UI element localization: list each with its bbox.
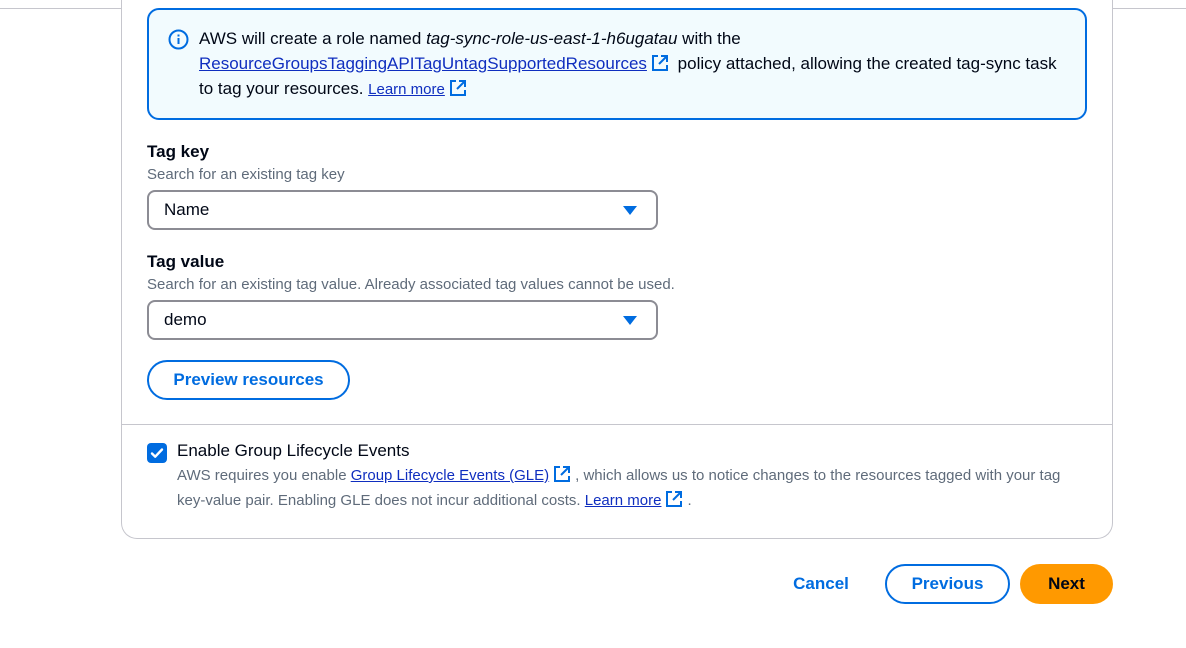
alert-text-prefix: AWS will create a role named	[199, 29, 427, 48]
role-name: tag-sync-role-us-east-1-h6ugatau	[426, 29, 678, 48]
external-link-icon[interactable]	[553, 465, 571, 483]
cancel-button[interactable]: Cancel	[780, 564, 862, 604]
external-link-icon[interactable]	[651, 54, 669, 72]
enable-gle-checkbox[interactable]	[147, 443, 167, 463]
info-icon	[168, 29, 189, 50]
tag-value-description: Search for an existing tag value. Alread…	[147, 276, 675, 293]
section-divider	[122, 424, 1112, 425]
previous-button[interactable]: Previous	[885, 564, 1010, 604]
gle-desc-prefix: AWS requires you enable	[177, 467, 351, 484]
next-button[interactable]: Next	[1020, 564, 1113, 604]
preview-resources-button[interactable]: Preview resources	[147, 360, 350, 400]
info-alert: AWS will create a role named tag-sync-ro…	[147, 8, 1087, 120]
external-link-icon[interactable]	[449, 79, 467, 97]
caret-down-icon	[623, 206, 637, 215]
checkmark-icon	[150, 448, 164, 458]
tag-key-value: Name	[164, 200, 210, 219]
gle-description: AWS requires you enable Group Lifecycle …	[177, 463, 1087, 513]
caret-down-icon	[623, 316, 637, 325]
external-link-icon[interactable]	[665, 490, 683, 508]
policy-link[interactable]: ResourceGroupsTaggingAPITagUntagSupporte…	[199, 54, 647, 73]
tag-key-label: Tag key	[147, 142, 210, 161]
alert-text-mid: with the	[677, 29, 741, 48]
gle-link[interactable]: Group Lifecycle Events (GLE)	[351, 467, 549, 484]
tag-value-value: demo	[164, 310, 207, 329]
gle-learn-more-link[interactable]: Learn more	[585, 492, 662, 509]
gle-desc-end: .	[687, 492, 692, 509]
tag-value-label: Tag value	[147, 252, 225, 271]
alert-learn-more-link[interactable]: Learn more	[368, 81, 445, 98]
tag-value-select[interactable]: demo	[147, 300, 658, 340]
tag-key-select[interactable]: Name	[147, 190, 658, 230]
enable-gle-label[interactable]: Enable Group Lifecycle Events	[177, 441, 409, 461]
tag-key-description: Search for an existing tag key	[147, 166, 345, 183]
create-group-page: AWS will create a role named tag-sync-ro…	[0, 0, 1186, 648]
